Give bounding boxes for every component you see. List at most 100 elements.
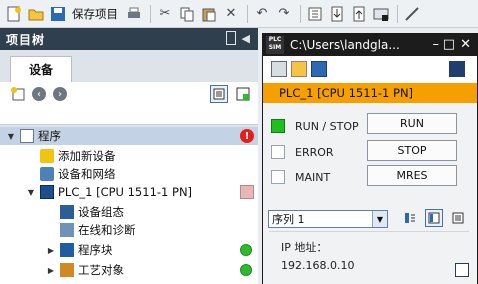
tree-item-online-diagnostics[interactable]: 在线和诊断 bbox=[0, 221, 258, 239]
main-toolbar: 保存项目 ✂ ✕ ↶ ↷ bbox=[0, 0, 478, 28]
serial-select-value: 序列 1 bbox=[272, 213, 305, 226]
tree-item-plc[interactable]: ▼ PLC_1 [CPU 1511-1 PN] bbox=[0, 183, 258, 201]
tree-item-device-config[interactable]: 设备组态 bbox=[0, 203, 258, 221]
expand-view-icon[interactable] bbox=[455, 263, 469, 277]
diagnostics-icon bbox=[60, 223, 74, 237]
print-icon[interactable] bbox=[124, 4, 144, 24]
new-sim-icon[interactable] bbox=[271, 61, 287, 77]
collapse-arrow-icon[interactable]: ▼ bbox=[6, 132, 16, 141]
logo-text-bottom: SIM bbox=[268, 44, 282, 51]
open-project-icon[interactable] bbox=[26, 4, 46, 24]
ok-status-icon bbox=[240, 264, 252, 276]
error-label: ERROR bbox=[295, 145, 334, 159]
cpu-icon bbox=[40, 185, 54, 199]
technology-objects-icon bbox=[60, 263, 74, 277]
expand-arrow-icon[interactable]: ▶ bbox=[46, 246, 56, 255]
tree-item-label: 程序块 bbox=[78, 243, 113, 257]
toolbar-divider bbox=[247, 4, 248, 23]
logo-text-top: PLC bbox=[268, 36, 282, 43]
project-tree: ▼ 程序 ! 添加新设备 设备和网络 ▼ PLC_1 [CPU 1511-1 P… bbox=[0, 106, 258, 284]
error-led bbox=[271, 145, 285, 159]
toolbar-divider bbox=[397, 4, 398, 23]
divider bbox=[269, 231, 469, 232]
toolbar-divider bbox=[300, 4, 301, 23]
compile-icon[interactable] bbox=[305, 4, 325, 24]
detail-view-icon[interactable] bbox=[449, 209, 467, 227]
run-button[interactable]: RUN bbox=[367, 113, 457, 134]
serial-select[interactable]: 序列 1 ▼ bbox=[268, 210, 388, 228]
plcsim-control-panel: RUN / STOP RUN ERROR STOP MAINT MRES 序列 … bbox=[263, 103, 477, 284]
tree-view-icon[interactable] bbox=[234, 85, 252, 103]
tree-item-label: 程序 bbox=[38, 129, 61, 143]
expand-arrow-icon[interactable]: ▶ bbox=[46, 266, 56, 275]
open-sim-icon[interactable] bbox=[291, 61, 307, 77]
plcsim-title-bar: PLC SIM C:\Users\landgla... – □ ✕ bbox=[263, 34, 477, 56]
upload-icon[interactable] bbox=[349, 4, 369, 24]
simulate-icon[interactable] bbox=[371, 4, 391, 24]
tree-item-devices-networks[interactable]: 设备和网络 bbox=[0, 165, 258, 183]
add-device-icon bbox=[40, 149, 54, 163]
tab-devices[interactable]: 设备 bbox=[10, 56, 72, 82]
go-online-icon[interactable] bbox=[402, 4, 422, 24]
close-icon[interactable]: ✕ bbox=[460, 37, 471, 52]
maximize-icon[interactable]: □ bbox=[443, 37, 455, 52]
copy-icon[interactable] bbox=[177, 4, 197, 24]
collapse-icon[interactable]: ◀ bbox=[242, 32, 250, 45]
compact-view-icon[interactable] bbox=[425, 209, 443, 227]
tree-item-label: 设备和网络 bbox=[58, 167, 116, 181]
forward-icon[interactable]: › bbox=[52, 86, 68, 102]
project-tree-header: 项目树 ◀ bbox=[0, 28, 258, 50]
ok-status-icon bbox=[240, 244, 252, 256]
download-icon[interactable] bbox=[327, 4, 347, 24]
back-icon[interactable]: ‹ bbox=[31, 86, 47, 102]
error-status-icon: ! bbox=[240, 129, 254, 143]
tab-bar: 设备 bbox=[0, 50, 258, 82]
save-icon[interactable] bbox=[48, 4, 68, 24]
compare-status-icon bbox=[240, 185, 254, 199]
tree-item-label: 添加新设备 bbox=[58, 149, 116, 163]
minimize-icon[interactable]: – bbox=[433, 37, 440, 52]
collapse-arrow-icon[interactable]: ▼ bbox=[26, 188, 36, 197]
save-project-button[interactable]: 保存项目 bbox=[72, 6, 118, 22]
project-view-icon[interactable] bbox=[449, 61, 465, 77]
tree-item-technology-objects[interactable]: ▶ 工艺对象 bbox=[0, 261, 258, 279]
add-item-icon[interactable] bbox=[10, 86, 26, 102]
project-icon bbox=[20, 129, 34, 143]
tree-item-label: 工艺对象 bbox=[78, 263, 124, 277]
chevron-down-icon[interactable]: ▼ bbox=[372, 211, 387, 227]
overview-icon[interactable] bbox=[210, 85, 228, 103]
tree-item-project[interactable]: ▼ 程序 ! bbox=[0, 127, 258, 145]
paste-icon[interactable] bbox=[199, 4, 219, 24]
tree-item-label: PLC_1 [CPU 1511-1 PN] bbox=[58, 185, 193, 199]
redo-icon[interactable]: ↷ bbox=[274, 4, 294, 24]
window-title: C:\Users\landgla... bbox=[290, 38, 400, 52]
device-config-icon bbox=[60, 205, 74, 219]
plcsim-toolbar bbox=[263, 56, 477, 82]
new-project-icon[interactable] bbox=[4, 4, 24, 24]
panel-title: 项目树 bbox=[6, 32, 46, 47]
mres-button[interactable]: MRES bbox=[367, 165, 457, 186]
tree-item-label: 在线和诊断 bbox=[78, 223, 136, 237]
tree-item-label: 设备组态 bbox=[78, 205, 124, 219]
run-led bbox=[271, 119, 285, 133]
network-icon bbox=[40, 167, 54, 181]
maint-label: MAINT bbox=[295, 170, 331, 184]
list-view-icon[interactable] bbox=[401, 209, 419, 227]
tree-toolbar: ‹ › bbox=[0, 82, 258, 106]
plcsim-logo-icon: PLC SIM bbox=[266, 36, 284, 54]
tree-item-program-blocks[interactable]: ▶ 程序块 bbox=[0, 241, 258, 259]
maint-led bbox=[271, 170, 285, 184]
ip-address-label: IP 地址： bbox=[281, 241, 328, 254]
ip-address-value: 192.168.0.10 bbox=[281, 259, 355, 272]
plcsim-window: PLC SIM C:\Users\landgla... – □ ✕ PLC_1 … bbox=[262, 33, 478, 284]
tree-item-add-new-device[interactable]: 添加新设备 bbox=[0, 147, 258, 165]
stop-button[interactable]: STOP bbox=[367, 140, 457, 161]
undo-icon[interactable]: ↶ bbox=[252, 4, 272, 24]
dock-icon[interactable] bbox=[226, 31, 236, 45]
program-blocks-icon bbox=[60, 243, 74, 257]
save-sim-icon[interactable] bbox=[311, 61, 327, 77]
plcsim-device-name: PLC_1 [CPU 1511-1 PN] bbox=[263, 83, 477, 103]
run-stop-label: RUN / STOP bbox=[295, 119, 359, 133]
cut-icon[interactable]: ✂ bbox=[155, 4, 175, 24]
delete-icon[interactable]: ✕ bbox=[221, 4, 241, 24]
